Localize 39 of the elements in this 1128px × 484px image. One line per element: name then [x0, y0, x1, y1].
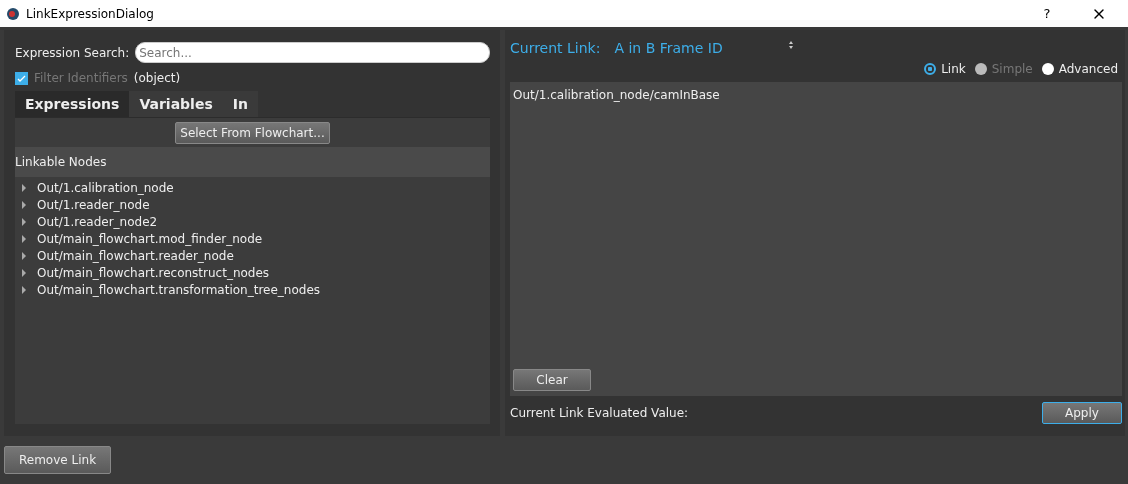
radio-button[interactable]: [924, 63, 937, 75]
tree-item[interactable]: Out/1.calibration_node: [37, 180, 174, 195]
help-button[interactable]: ?: [1024, 6, 1070, 21]
apply-button[interactable]: Apply: [1042, 402, 1122, 424]
spinner-arrows-icon: [788, 40, 795, 50]
radio-label: Simple: [991, 62, 1033, 76]
tree-item[interactable]: Out/1.reader_node: [37, 197, 150, 212]
current-link-dropdown[interactable]: A in B Frame ID: [614, 40, 795, 56]
collapsed-arrow-icon[interactable]: [21, 285, 27, 294]
collapsed-arrow-icon[interactable]: [21, 234, 27, 243]
tree-item[interactable]: Out/main_flowchart.mod_finder_node: [37, 231, 263, 246]
collapsed-arrow-icon[interactable]: [21, 251, 27, 260]
app-logo-icon: [6, 6, 20, 21]
current-link-label: Current Link:: [510, 40, 601, 56]
type-text: (object): [133, 71, 181, 85]
collapsed-arrow-icon[interactable]: [21, 200, 27, 209]
remove-link-button[interactable]: Remove Link: [4, 446, 112, 474]
tree-item[interactable]: Out/main_flowchart.reconstruct_nodes: [37, 265, 270, 280]
search-field[interactable]: Search...: [135, 42, 490, 63]
radio-label: Advanced: [1058, 62, 1118, 76]
select-from-flowchart-button[interactable]: Select From Flowchart...: [175, 121, 330, 144]
search-label: Expression Search:: [15, 45, 130, 60]
collapsed-arrow-icon[interactable]: [21, 217, 27, 226]
window-title: LinkExpressionDialog: [26, 6, 155, 21]
radio-button[interactable]: [1041, 63, 1054, 75]
filter-label: Filter Identifiers: [34, 71, 128, 85]
collapsed-arrow-icon[interactable]: [21, 268, 27, 277]
evaluated-value-label: Current Link Evaluated Value:: [510, 406, 689, 420]
tree-item[interactable]: Out/1.reader_node2: [37, 214, 158, 229]
expression-text: Out/1.calibration_node/camInBase: [513, 88, 721, 102]
tab[interactable]: Variables: [129, 91, 223, 117]
radio-label: Link: [941, 62, 966, 76]
tree-item[interactable]: Out/main_flowchart.reader_node: [37, 248, 234, 263]
collapsed-arrow-icon[interactable]: [21, 183, 27, 192]
tree-item[interactable]: Out/main_flowchart.transformation_tree_nodes: [37, 282, 320, 297]
clear-button[interactable]: Clear: [513, 369, 591, 391]
tab[interactable]: In: [222, 91, 258, 117]
tree-header: Linkable Nodes: [15, 155, 107, 169]
tab[interactable]: Expressions: [15, 91, 130, 117]
